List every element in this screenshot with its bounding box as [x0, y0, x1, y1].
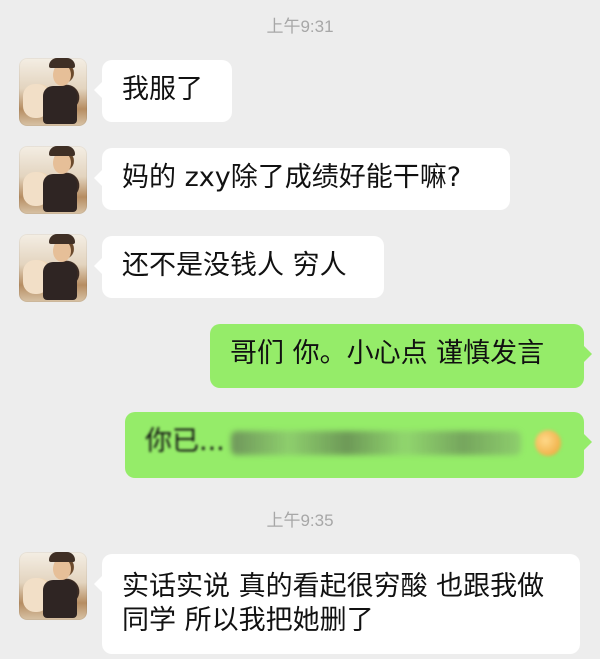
emoji-icon — [534, 429, 561, 456]
blurred-message-bubble[interactable]: 你已... — [125, 412, 592, 478]
avatar[interactable] — [19, 234, 87, 302]
message-bubble[interactable]: 哥们 你。小心点 谨慎发言 — [210, 324, 592, 388]
avatar[interactable] — [19, 58, 87, 126]
message-bubble[interactable]: 我服了 — [94, 60, 232, 122]
avatar[interactable] — [19, 552, 87, 620]
message-bubble[interactable]: 妈的 zxy除了成绩好能干嘛? — [94, 148, 510, 210]
timestamp: 上午9:35 — [266, 511, 334, 530]
timestamp: 上午9:31 — [266, 17, 334, 36]
avatar[interactable] — [19, 146, 87, 214]
redacted-text — [230, 430, 521, 455]
chat-thread: 上午9:31 我服了 妈的 zxy除了成绩好能干嘛? 还不是没钱人 穷人 哥们 … — [0, 0, 600, 659]
message-bubble[interactable]: 还不是没钱人 穷人 — [94, 236, 384, 298]
message-text: 你已... — [145, 426, 225, 457]
message-bubble[interactable]: 实话实说 真的看起很穷酸 也跟我做同学 所以我把她删了 — [94, 554, 580, 654]
